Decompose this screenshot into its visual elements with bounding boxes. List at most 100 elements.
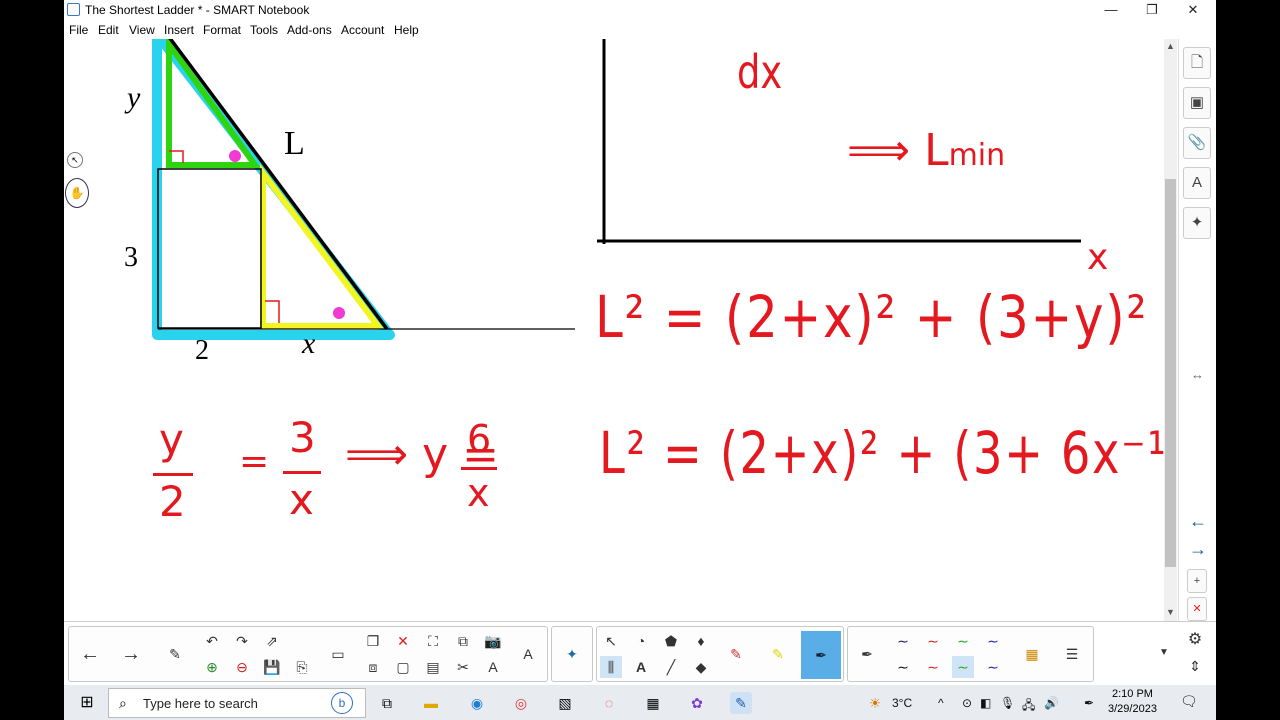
back-arrow-icon[interactable]: ← (79, 643, 101, 665)
scroll-down-arrow[interactable]: ▼ (1164, 607, 1177, 617)
capture-icon[interactable]: 📷 (482, 630, 504, 652)
menu-file[interactable]: File (69, 23, 88, 37)
forward-arrow-icon[interactable]: → (120, 643, 142, 665)
chrome-icon[interactable]: ◎ (510, 692, 532, 714)
pen-preset-2[interactable]: ∼ (922, 630, 944, 652)
smart-notebook-taskbar-icon[interactable]: ✎ (730, 692, 752, 714)
add-ons-icon[interactable]: ✦ (1183, 207, 1211, 239)
menu-insert[interactable]: Insert (164, 23, 194, 37)
display-icon[interactable]: ▢ (392, 656, 414, 678)
properties-icon[interactable]: A (1183, 167, 1211, 199)
microphone-icon[interactable]: 🎙 (1000, 696, 1015, 710)
show-hidden-icons-chevron[interactable]: ^ (938, 696, 944, 710)
delete-page-toolbar-icon[interactable]: ⊖ (231, 656, 253, 678)
pen-preset-8[interactable]: ∼ (982, 656, 1004, 678)
menu-edit[interactable]: Edit (98, 23, 119, 37)
bing-icon[interactable]: b (331, 692, 353, 714)
windows-start-icon[interactable]: ⊞ (76, 692, 98, 714)
add-page-toolbar-icon[interactable]: ⊕ (201, 656, 223, 678)
toolbar-overflow-chevron[interactable]: ▼ (1153, 642, 1175, 664)
pen-preset-7[interactable]: ∼ (952, 656, 974, 678)
notebook-page-canvas[interactable]: y L 3 2 x dx ⟹ Lmin x L² = (2+x)² + (3+y… (65, 39, 1177, 621)
previous-page-icon[interactable]: ← (1185, 511, 1211, 532)
text-tool-icon[interactable]: A (630, 656, 652, 678)
add-page-icon[interactable]: + (1187, 569, 1207, 593)
pen-tool-active-icon[interactable]: ✒ (801, 631, 841, 679)
properties-toolbar-icon[interactable]: A (517, 643, 539, 665)
weather-temperature[interactable]: 3°C (892, 696, 912, 710)
eraser-shape-icon[interactable]: ⬟ (660, 630, 682, 652)
gallery-icon[interactable]: ▣ (1183, 87, 1211, 119)
eraser-icon[interactable]: ◆ (690, 656, 712, 678)
fill-icon[interactable]: ♦ (690, 630, 712, 652)
measure-tool-icon[interactable]: ⫼ (600, 656, 622, 678)
attachments-icon[interactable]: 📎 (1183, 127, 1211, 159)
taskbar-clock[interactable]: 2:10 PM 3/29/2023 (1108, 687, 1157, 717)
taskbar-search-box[interactable]: ⌕ Type here to search b (108, 688, 366, 718)
text-format-icon[interactable]: A (482, 656, 504, 678)
next-page-icon[interactable]: → (1185, 539, 1211, 560)
pen-workspace-icon[interactable]: ✒ (1084, 696, 1094, 710)
line-tool-icon[interactable]: ╱ (660, 656, 682, 678)
pen-icon[interactable]: ✎ (164, 643, 186, 665)
color-palette-icon[interactable]: ▦ (1021, 643, 1043, 665)
highlighter-icon[interactable]: ✎ (767, 643, 789, 665)
volume-icon[interactable]: 🔊 (1044, 696, 1059, 710)
app-icon-1[interactable]: ▧ (554, 692, 576, 714)
pen-preset-4[interactable]: ∼ (982, 630, 1004, 652)
pen-style-icon[interactable]: ✒ (856, 643, 878, 665)
save-icon[interactable]: 💾 (261, 656, 283, 678)
puzzle-icon[interactable]: ✦ (561, 643, 583, 665)
copy-icon[interactable]: ❐ (362, 630, 384, 652)
pen-preset-3[interactable]: ∼ (952, 630, 974, 652)
network-icon[interactable]: 🖧 (1022, 696, 1035, 717)
task-view-icon[interactable]: ⧉ (376, 692, 398, 714)
pen-preset-1[interactable]: ∼ (892, 630, 914, 652)
menu-format[interactable]: Format (203, 23, 241, 37)
select-tool-icon[interactable]: ↖ (600, 630, 622, 652)
duplicate-icon[interactable]: ⧉ (452, 630, 474, 652)
menu-tools[interactable]: Tools (250, 23, 278, 37)
shape-tool-icon[interactable]: ◔ (630, 630, 652, 652)
page-scrollbar[interactable]: ▲ ▼ (1164, 39, 1177, 621)
line-width-icon[interactable]: ☰ (1061, 643, 1083, 665)
scroll-up-arrow[interactable]: ▲ (1164, 41, 1177, 51)
menu-help[interactable]: Help (394, 23, 419, 37)
side-collapse-icon[interactable]: ↔ (1191, 367, 1204, 382)
cut-icon[interactable]: ✂ (452, 656, 474, 678)
delete-icon[interactable]: ✕ (392, 630, 414, 652)
page-sorter-icon[interactable]: 🗋 (1183, 47, 1211, 79)
weather-icon[interactable]: ☀ (864, 692, 886, 714)
open-icon[interactable]: ⇗ (261, 630, 283, 652)
tray-icon-1[interactable]: ⊙ (962, 696, 972, 710)
toolbar-position-icon[interactable]: ⇕ (1184, 655, 1206, 677)
app-icon-4[interactable]: ✿ (686, 692, 708, 714)
screen-icon[interactable]: ▭ (327, 643, 349, 665)
magic-pen-icon[interactable]: ✎ (725, 643, 747, 665)
menu-view[interactable]: View (129, 23, 155, 37)
group-icon[interactable]: ⧈ (362, 656, 384, 678)
edge-icon[interactable]: ◉ (466, 692, 488, 714)
tray-icon-2[interactable]: ◧ (980, 696, 991, 710)
settings-gear-icon[interactable]: ⚙ (1184, 629, 1206, 651)
paste-icon[interactable]: ⎘ (291, 656, 313, 678)
floating-hand-icon[interactable]: ✋ (65, 178, 89, 208)
minimize-button[interactable]: — (1095, 1, 1127, 19)
full-screen-icon[interactable]: ⛶ (422, 630, 444, 652)
scroll-thumb[interactable] (1165, 179, 1176, 567)
redo-icon[interactable]: ↷ (231, 630, 253, 652)
app-icon-3[interactable]: ▦ (642, 692, 664, 714)
pen-preset-5[interactable]: ∼ (892, 656, 914, 678)
floating-select-icon[interactable]: ↖ (67, 152, 83, 168)
file-explorer-icon[interactable]: ▬ (420, 692, 442, 714)
maximize-button[interactable]: ❐ (1136, 1, 1168, 19)
menu-add-ons[interactable]: Add-ons (287, 23, 332, 37)
app-icon-2[interactable]: ◌ (598, 692, 620, 714)
close-button[interactable]: ✕ (1177, 1, 1209, 19)
document-camera-icon[interactable]: ▤ (422, 656, 444, 678)
menu-account[interactable]: Account (341, 23, 384, 37)
pen-preset-6[interactable]: ∼ (922, 656, 944, 678)
delete-page-icon[interactable]: ✕ (1187, 597, 1207, 621)
undo-icon[interactable]: ↶ (201, 630, 223, 652)
notifications-icon[interactable]: 🗨 (1180, 693, 1198, 710)
